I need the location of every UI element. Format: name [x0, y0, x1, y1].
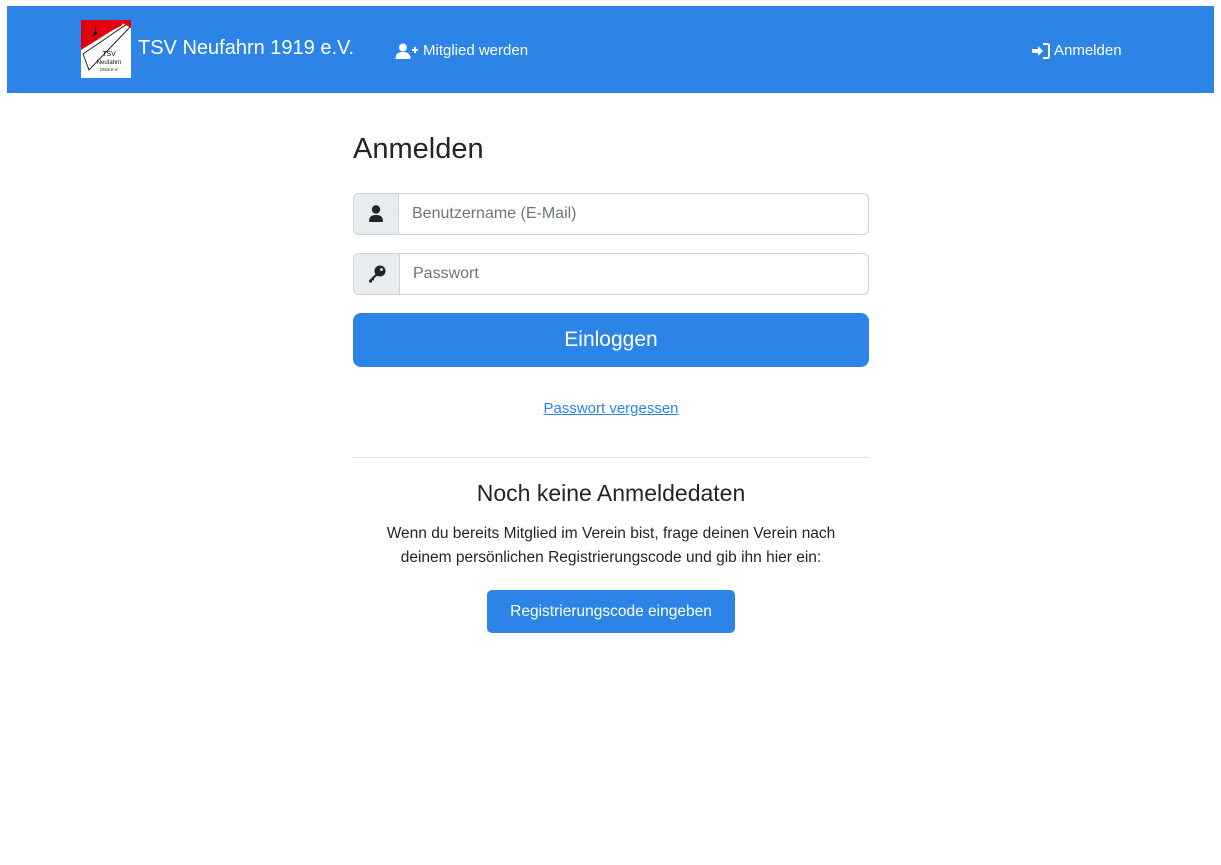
- username-addon: [353, 193, 399, 235]
- forgot-password-wrap: Passwort vergessen: [353, 400, 869, 418]
- become-member-link[interactable]: Mitglied werden: [395, 42, 528, 59]
- username-input[interactable]: [399, 193, 869, 235]
- password-input[interactable]: [400, 253, 869, 295]
- user-plus-icon: [395, 43, 418, 59]
- forgot-password-link[interactable]: Passwort vergessen: [543, 400, 678, 417]
- logo-line3: 1919 e.V.: [100, 67, 119, 72]
- user-icon: [369, 205, 383, 222]
- top-navbar: TSV Neufahrn 1919 e.V. TSV Neufahrn 1919…: [7, 6, 1214, 93]
- enter-registration-code-button[interactable]: Registrierungscode eingeben: [487, 590, 735, 633]
- page-title: Anmelden: [353, 133, 484, 165]
- divider: [353, 457, 869, 458]
- brand-name: TSV Neufahrn 1919 e.V.: [138, 37, 355, 59]
- register-text-line1: Wenn du bereits Mitglied im Verein bist,…: [386, 525, 836, 542]
- register-title: Noch keine Anmeldedaten: [476, 480, 746, 506]
- sign-in-icon: [1032, 42, 1050, 59]
- club-logo: TSV Neufahrn 1919 e.V.: [81, 20, 131, 78]
- password-addon: [353, 253, 400, 295]
- logo-line2: Neufahrn: [97, 60, 122, 66]
- login-button[interactable]: Einloggen: [353, 313, 869, 367]
- become-member-label: Mitglied werden: [423, 42, 529, 59]
- username-group: [353, 193, 869, 235]
- password-group: [353, 253, 869, 295]
- login-nav-link[interactable]: Anmelden: [1032, 42, 1122, 59]
- logo-line1: TSV: [102, 51, 116, 58]
- register-text: Wenn du bereits Mitglied im Verein bist,…: [353, 522, 869, 570]
- register-text-line2: deinem persönlichen Registrierungscode u…: [400, 549, 822, 566]
- brand-link[interactable]: TSV Neufahrn 1919 e.V. TSV Neufahrn 1919…: [81, 20, 354, 78]
- login-nav-label: Anmelden: [1054, 42, 1122, 59]
- key-icon: [368, 265, 385, 283]
